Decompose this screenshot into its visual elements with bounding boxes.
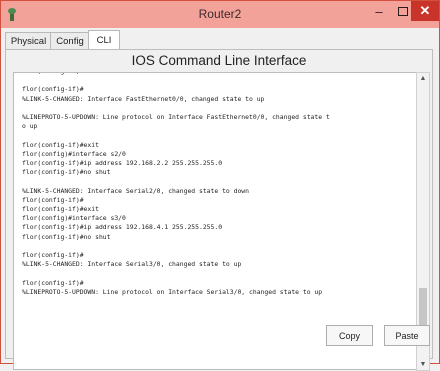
router-window: Router2 – ✕ Physical Config CLI IOS Comm…: [0, 0, 440, 371]
cli-panel: IOS Command Line Interface flor(config-i…: [5, 49, 433, 371]
scroll-down-icon[interactable]: ▼: [417, 361, 429, 368]
paste-button[interactable]: Paste: [384, 325, 430, 346]
maximize-icon: [398, 6, 408, 16]
console-line: %LINK-5-CHANGED: Interface FastEthernet0…: [22, 94, 265, 103]
console-line: flor(config-if)#ip address 192.168.2.2 2…: [22, 159, 223, 168]
console-line: flor(config-if)#: [22, 251, 84, 260]
console-line: %LINEPROTO-5-UPDOWN: Line protocol on In…: [22, 113, 330, 122]
console-line: %LINEPROTO-5-UPDOWN: Line protocol on In…: [22, 287, 323, 296]
console-line: %LINK-5-CHANGED: Interface Serial3/0, ch…: [22, 260, 242, 269]
minimize-button[interactable]: –: [366, 1, 392, 21]
tab-physical[interactable]: Physical: [5, 32, 52, 49]
tab-config[interactable]: Config: [50, 32, 90, 49]
console-line: o up: [22, 122, 38, 131]
console-line: flor(config)#interface s3/0: [22, 214, 126, 223]
copy-button[interactable]: Copy: [326, 325, 373, 346]
console-line: %LINK-5-CHANGED: Interface Serial2/0, ch…: [22, 186, 250, 195]
console-line: flor(config-if)#ip address 192.168.4.1 2…: [22, 223, 223, 232]
close-button[interactable]: ✕: [411, 1, 439, 21]
console-output: flor(config-if)#no shut flor(config-if)#…: [22, 73, 407, 297]
console-line: flor(config-if)#exit: [22, 205, 99, 214]
panel-heading: IOS Command Line Interface: [131, 53, 307, 68]
title-bar[interactable]: Router2 – ✕: [1, 1, 439, 28]
tab-cli[interactable]: CLI: [88, 30, 120, 50]
console-line: flor(config-if)#: [22, 278, 84, 287]
console-line: flor(config-if)#: [22, 195, 84, 204]
console-line: flor(config-if)#no shut: [22, 232, 111, 241]
console-line: flor(config)#interface s2/0: [22, 149, 126, 158]
console-line: flor(config-if)#exit: [22, 140, 99, 149]
console-line: flor(config-if)#no shut: [22, 168, 111, 177]
console-line: flor(config-if)#: [22, 85, 84, 94]
scroll-up-icon[interactable]: ▲: [417, 75, 429, 82]
